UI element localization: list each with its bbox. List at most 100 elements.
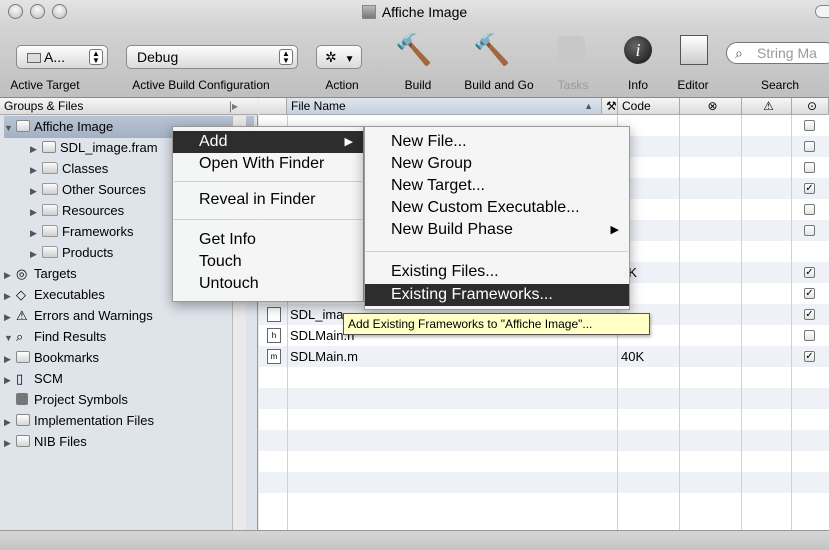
target-checkbox[interactable]	[804, 162, 815, 173]
target-checkbox-checked[interactable]: ✓	[804, 183, 815, 194]
target-icon: ◎	[16, 266, 28, 281]
project-icon	[361, 5, 376, 19]
group-label: SCM	[34, 371, 63, 386]
group-project-symbols[interactable]: Project Symbols	[16, 389, 128, 410]
target-membership-column-header[interactable]: ⊙	[792, 98, 829, 115]
menu-item-untouch[interactable]: Untouch	[173, 273, 363, 295]
file-row[interactable]: m SDLMain.m 40K ✓	[259, 346, 829, 367]
menu-item-open-with-finder[interactable]: Open With Finder	[173, 153, 363, 175]
build-and-go-button-label[interactable]: Build and Go	[456, 78, 542, 92]
target-checkbox[interactable]	[804, 141, 815, 152]
group-sdl-image-framework[interactable]: ▶ SDL_image.fram	[30, 137, 158, 158]
target-checkbox-checked[interactable]: ✓	[804, 309, 815, 320]
disclosure-triangle-icon[interactable]: ▶	[30, 139, 42, 160]
menu-item-get-info[interactable]: Get Info	[173, 229, 363, 251]
group-find-results[interactable]: ▼ ⌕ Find Results	[4, 326, 106, 347]
tooltip: Add Existing Frameworks to "Affiche Imag…	[343, 313, 650, 335]
active-configuration-popup[interactable]: Debug ▲ ▼	[126, 45, 298, 69]
menu-item-reveal-in-finder[interactable]: Reveal in Finder	[173, 189, 363, 211]
submenu-arrow-icon: ▶	[610, 224, 619, 236]
group-resources[interactable]: ▶ Resources	[30, 200, 124, 221]
active-target-label: Active Target	[10, 78, 80, 92]
menu-item-new-custom-executable[interactable]: New Custom Executable...	[365, 197, 629, 219]
group-frameworks[interactable]: ▶ Frameworks	[30, 221, 134, 242]
target-checkbox-checked[interactable]: ✓	[804, 351, 815, 362]
disclosure-triangle-icon[interactable]: ▶	[30, 160, 42, 181]
warning-icon: ⚠	[763, 99, 774, 113]
toolbar-toggle-button[interactable]	[815, 5, 829, 18]
group-executables[interactable]: ▶ ◇ Executables	[4, 284, 105, 305]
file-name-column-header[interactable]: File Name ▲	[287, 98, 602, 115]
code-column-header[interactable]: Code	[618, 98, 680, 115]
menu-item-existing-frameworks[interactable]: Existing Frameworks...	[365, 284, 629, 306]
disclosure-triangle-icon[interactable]: ▶	[4, 370, 16, 391]
group-implementation-files[interactable]: ▶ Implementation Files	[4, 410, 154, 431]
pane-split-icon[interactable]: |▸	[229, 98, 238, 114]
hammer-icon[interactable]: 🔨	[392, 30, 436, 70]
window-title-text: Affiche Image	[381, 4, 468, 20]
action-popup-button[interactable]: ✲ ▼	[316, 45, 362, 69]
disclosure-triangle-icon[interactable]: ▶	[30, 223, 42, 244]
errors-column-header[interactable]: ⊗	[680, 98, 742, 115]
disclosure-triangle-icon[interactable]: ▶	[4, 286, 16, 307]
group-nib-files[interactable]: ▶ NIB Files	[4, 431, 87, 452]
target-checkbox[interactable]	[804, 120, 815, 131]
group-label: Project Symbols	[34, 392, 128, 407]
group-products[interactable]: ▶ Products	[30, 242, 113, 263]
group-label: Errors and Warnings	[34, 308, 153, 323]
objc-source-file-icon: m	[267, 349, 281, 364]
group-classes[interactable]: ▶ Classes	[30, 158, 108, 179]
search-input[interactable]: ⌕ String Ma	[726, 42, 829, 64]
group-other-sources[interactable]: ▶ Other Sources	[30, 179, 146, 200]
build-button-label[interactable]: Build	[398, 78, 438, 92]
groups-header[interactable]: Groups & Files |▸	[0, 98, 258, 115]
disclosure-triangle-icon[interactable]: ▶	[4, 265, 16, 286]
disclosure-triangle-icon[interactable]: ▶	[30, 181, 42, 202]
disclosure-triangle-icon[interactable]: ▶	[4, 307, 16, 328]
info-icon[interactable]: i	[622, 30, 654, 70]
search-icon: ⌕	[735, 45, 743, 61]
target-checkbox[interactable]	[804, 330, 815, 341]
file-type-column-header[interactable]	[259, 98, 287, 115]
active-target-popup[interactable]: A... ▲ ▼	[16, 45, 108, 69]
build-column-header[interactable]: ⚒	[602, 98, 618, 115]
menu-item-label: New Custom Executable...	[391, 199, 580, 216]
error-icon: ⊗	[707, 99, 718, 113]
menu-item-new-file[interactable]: New File...	[365, 131, 629, 153]
menu-item-new-target[interactable]: New Target...	[365, 175, 629, 197]
group-label: Bookmarks	[34, 350, 100, 365]
target-checkbox-checked[interactable]: ✓	[804, 267, 815, 278]
editor-button-label[interactable]: Editor	[668, 78, 718, 92]
menu-item-touch[interactable]: Touch	[173, 251, 363, 273]
menu-item-new-build-phase[interactable]: New Build Phase ▶	[365, 219, 629, 241]
info-button-label[interactable]: Info	[620, 78, 656, 92]
disclosure-triangle-icon[interactable]: ▶	[4, 349, 16, 370]
group-label: SDL_image.fram	[60, 140, 158, 155]
group-label: Find Results	[34, 329, 107, 344]
folder-icon	[42, 183, 58, 195]
disclosure-triangle-icon[interactable]: ▼	[4, 328, 16, 349]
disclosure-triangle-icon[interactable]: ▶	[30, 202, 42, 223]
group-errors-and-warnings[interactable]: ▶ ⚠ Errors and Warnings	[4, 305, 153, 326]
target-checkbox[interactable]	[804, 225, 815, 236]
warnings-column-header[interactable]: ⚠	[742, 98, 792, 115]
status-bar	[0, 530, 829, 550]
group-targets[interactable]: ▶ ◎ Targets	[4, 263, 77, 284]
menu-item-existing-files[interactable]: Existing Files...	[365, 261, 629, 283]
group-scm[interactable]: ▶ ▯ SCM	[4, 368, 63, 389]
disclosure-triangle-icon[interactable]: ▶	[4, 433, 16, 454]
disclosure-triangle-icon[interactable]: ▶	[4, 412, 16, 433]
disclosure-triangle-icon[interactable]: ▶	[30, 244, 42, 265]
smart-group-icon	[16, 414, 30, 426]
warning-icon: ⚠	[16, 308, 28, 323]
target-icon	[27, 53, 41, 63]
editor-icon[interactable]	[676, 30, 712, 70]
disclosure-triangle-icon[interactable]: ▼	[4, 118, 16, 139]
target-checkbox-checked[interactable]: ✓	[804, 288, 815, 299]
target-checkbox[interactable]	[804, 204, 815, 215]
group-project-affiche-image[interactable]: ▼ Affiche Image	[4, 116, 113, 137]
menu-item-add[interactable]: Add ▶	[173, 131, 363, 153]
menu-item-new-group[interactable]: New Group	[365, 153, 629, 175]
group-bookmarks[interactable]: ▶ Bookmarks	[4, 347, 99, 368]
hammer-run-icon[interactable]: 🔨	[470, 30, 514, 70]
